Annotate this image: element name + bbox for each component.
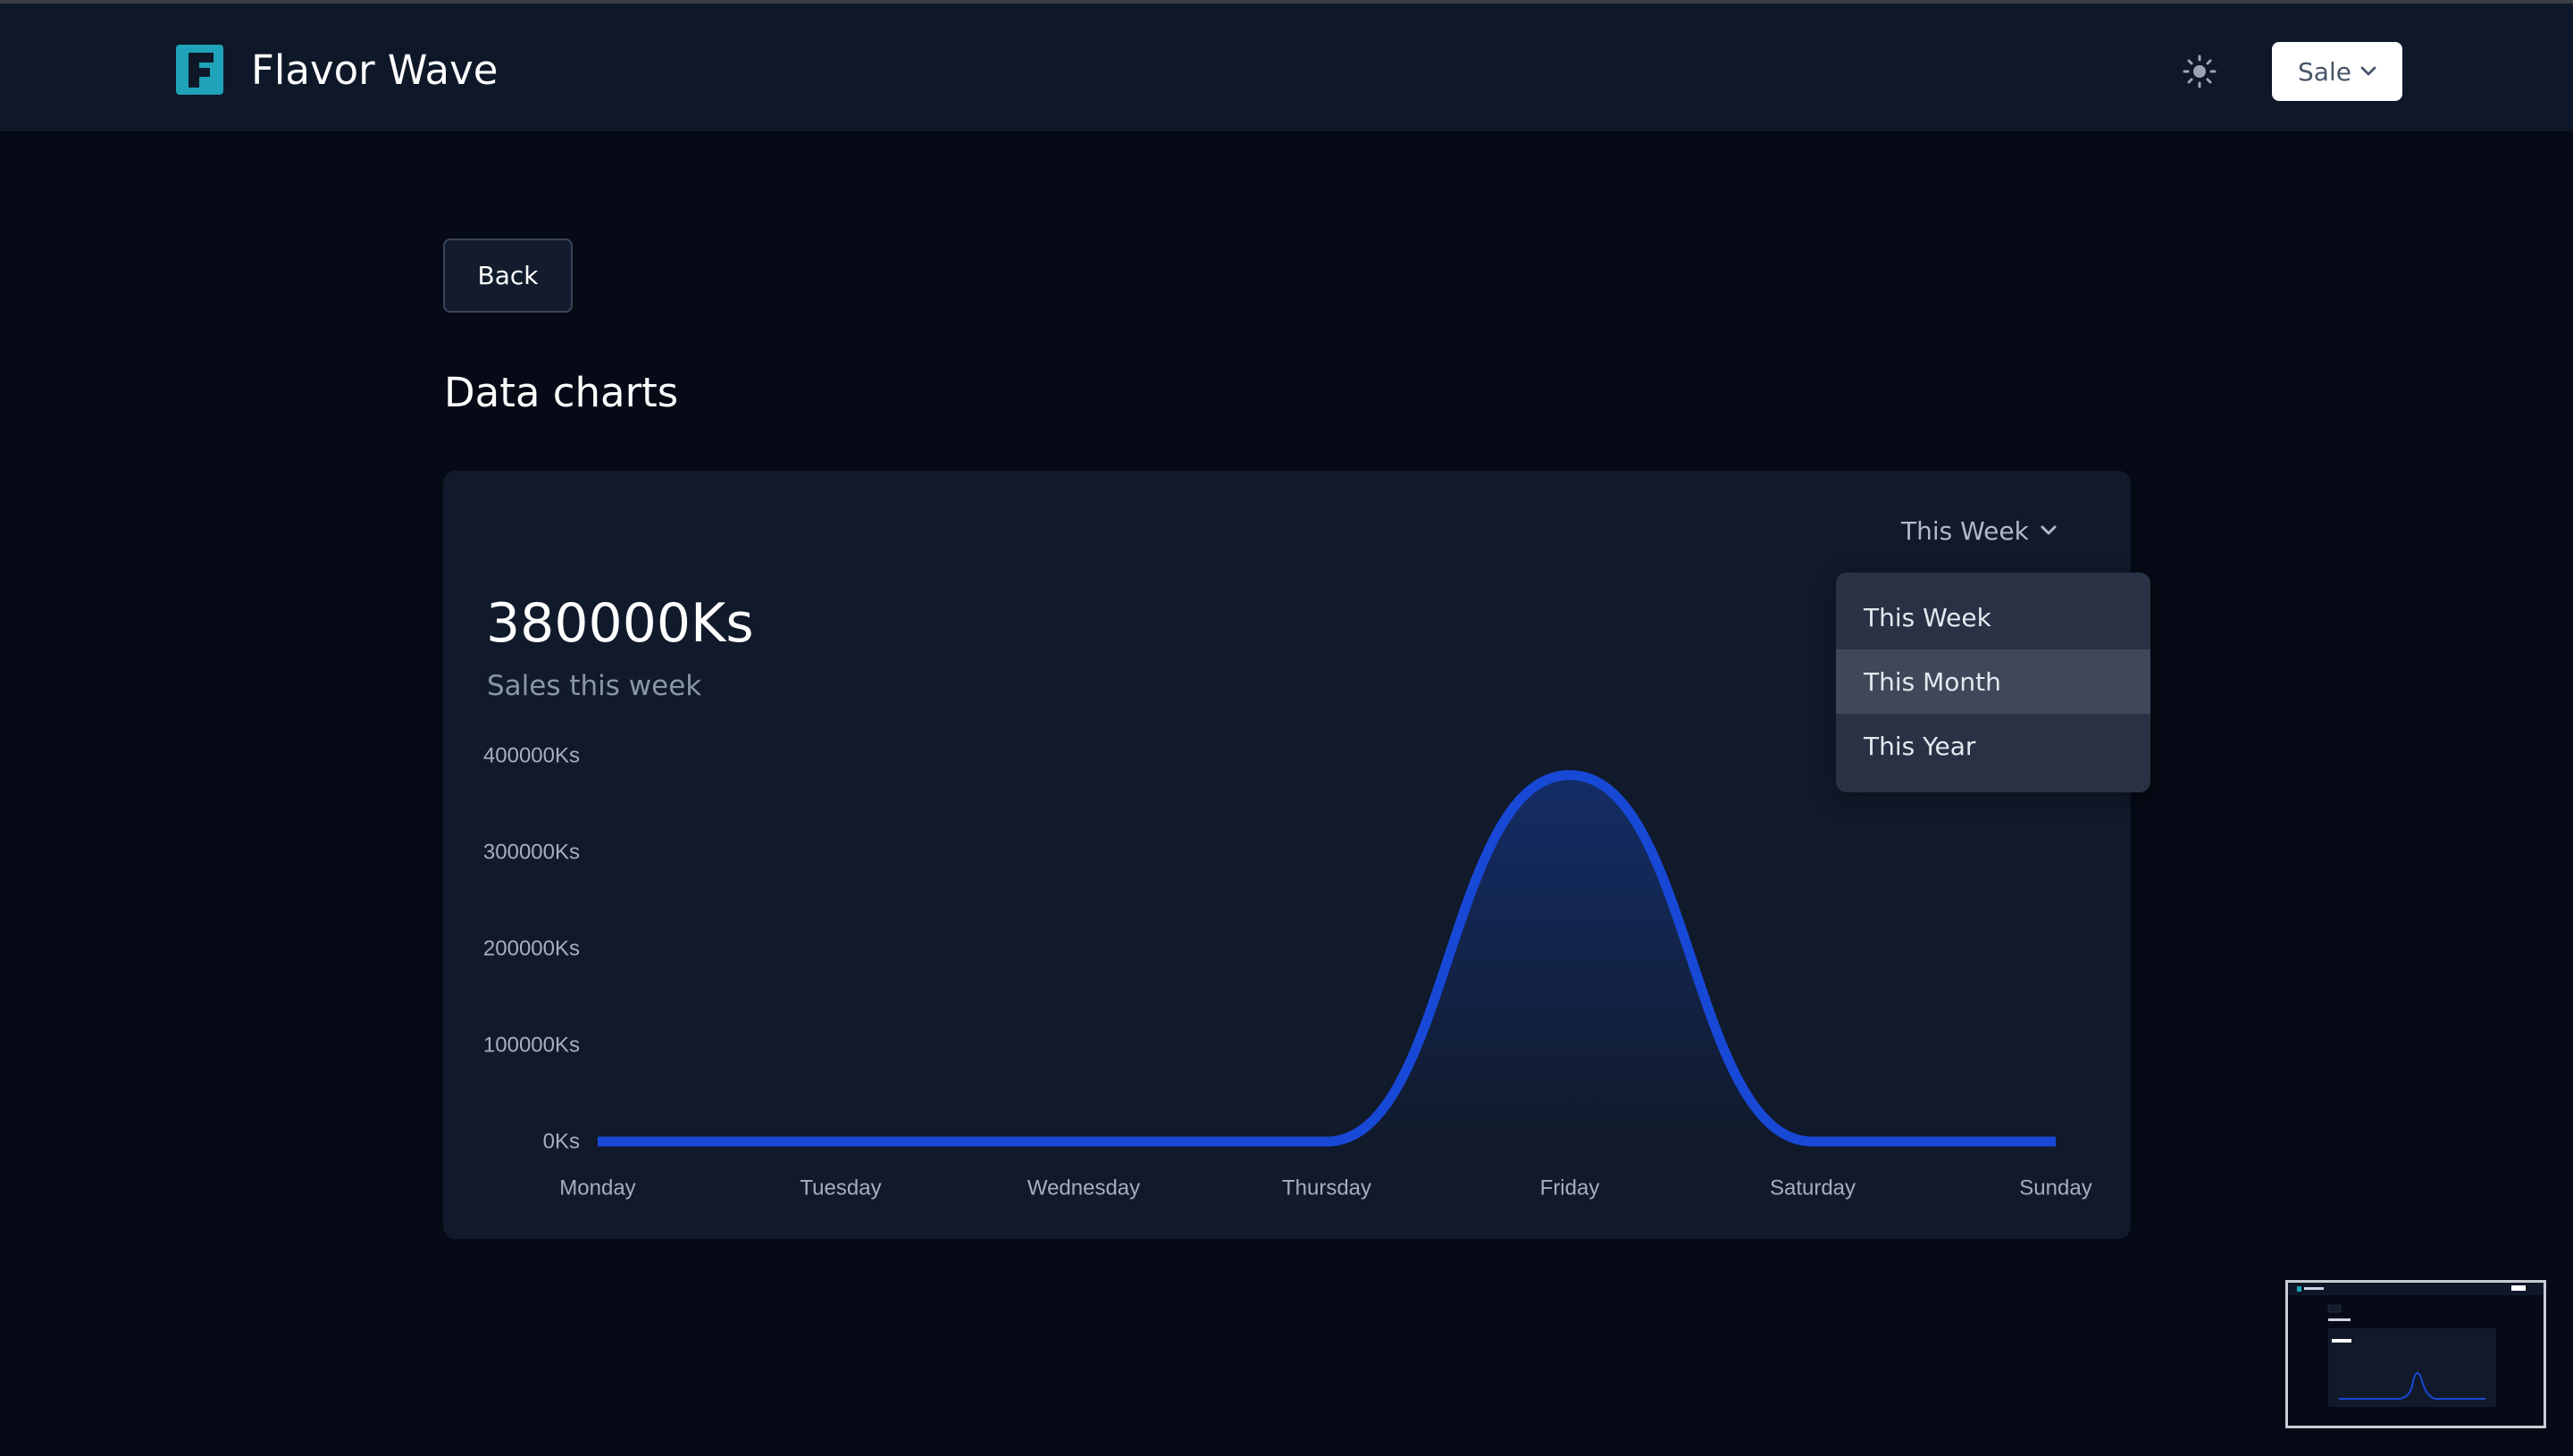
x-axis-tick-label: Thursday bbox=[1282, 1176, 1371, 1200]
period-option-this-year[interactable]: This Year bbox=[1836, 714, 2150, 778]
x-axis-tick-label: Friday bbox=[1540, 1176, 1600, 1200]
period-option-this-week[interactable]: This Week bbox=[1836, 585, 2150, 649]
x-axis-tick-label: Monday bbox=[559, 1176, 635, 1200]
x-axis-tick-label: Saturday bbox=[1770, 1176, 1856, 1200]
y-axis-tick-label: 300000Ks bbox=[483, 840, 580, 864]
period-option-this-month[interactable]: This Month bbox=[1836, 649, 2150, 714]
series-line bbox=[597, 770, 2056, 1147]
x-axis-tick-label: Sunday bbox=[2019, 1176, 2091, 1200]
sales-area-chart: 0Ks 100000Ks 200000Ks 300000Ks 400000Ks Monda… bbox=[483, 743, 2092, 1200]
x-axis-tick-label: Tuesday bbox=[800, 1176, 881, 1200]
y-axis-tick-label: 200000Ks bbox=[483, 936, 580, 960]
y-axis-tick-label: 100000Ks bbox=[483, 1033, 580, 1057]
x-axis-tick-label: Wednesday bbox=[1027, 1176, 1140, 1200]
series-area-fill bbox=[598, 774, 2056, 1142]
y-axis-tick-label: 400000Ks bbox=[483, 743, 580, 767]
page-minimap[interactable] bbox=[2285, 1280, 2546, 1428]
y-axis-tick-label: 0Ks bbox=[543, 1129, 580, 1153]
period-dropdown-menu: This Week This Month This Year bbox=[1836, 573, 2150, 792]
minimap-preview bbox=[2288, 1283, 2544, 1407]
